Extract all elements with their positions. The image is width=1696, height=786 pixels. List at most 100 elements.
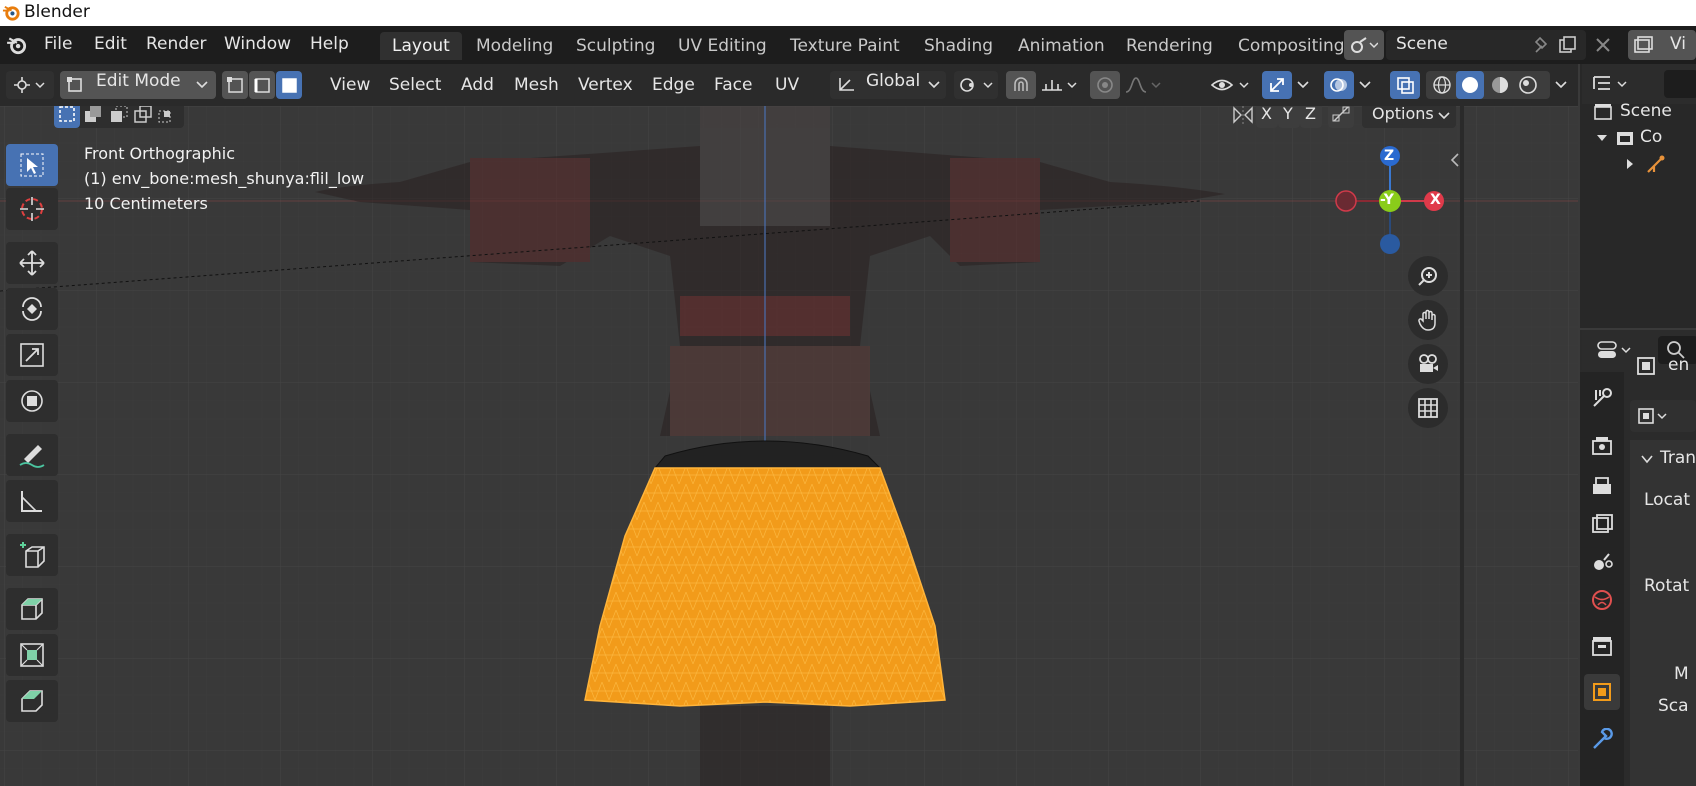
- scale-tool[interactable]: [6, 334, 58, 376]
- select-extend-icon[interactable]: [84, 106, 102, 123]
- options-dropdown[interactable]: Options: [1362, 106, 1456, 128]
- scene-name-field[interactable]: Scene: [1386, 30, 1586, 60]
- scene-selector-button[interactable]: [1344, 30, 1384, 60]
- select-subtract-icon[interactable]: [110, 106, 128, 123]
- ortho-toggle-button[interactable]: [1408, 388, 1448, 428]
- tab-shading[interactable]: Shading: [912, 32, 1005, 60]
- outliner-editor-icon[interactable]: [1592, 73, 1636, 95]
- menu-edit[interactable]: Edit: [94, 34, 127, 54]
- falloff-dropdown[interactable]: [1122, 71, 1166, 99]
- chevron-down-icon[interactable]: [1554, 80, 1568, 90]
- extrude-region-tool[interactable]: [6, 588, 58, 630]
- menu-edge[interactable]: Edge: [652, 71, 695, 99]
- outliner-collection-label[interactable]: Co: [1640, 127, 1662, 147]
- menu-uv[interactable]: UV: [775, 71, 799, 99]
- collection-properties-icon[interactable]: [1590, 634, 1614, 658]
- move-tool[interactable]: [6, 242, 58, 284]
- inset-faces-tool[interactable]: [6, 634, 58, 676]
- menu-mesh[interactable]: Mesh: [514, 71, 559, 99]
- menu-help[interactable]: Help: [310, 34, 349, 54]
- transform-tool[interactable]: [6, 380, 58, 422]
- tab-sculpting[interactable]: Sculpting: [564, 32, 667, 60]
- 3d-viewport[interactable]: Front Orthographic (1) env_bone:mesh_shu…: [0, 106, 1578, 786]
- menu-face[interactable]: Face: [714, 71, 752, 99]
- close-icon[interactable]: [1594, 36, 1612, 54]
- menu-select[interactable]: Select: [389, 71, 441, 99]
- mirror-x-toggle[interactable]: X: [1256, 106, 1278, 128]
- camera-view-button[interactable]: [1408, 344, 1448, 384]
- tab-compositing[interactable]: Compositing: [1226, 32, 1346, 60]
- panel-collapse-chevron-icon[interactable]: [1640, 452, 1654, 466]
- object-properties-tab[interactable]: [1584, 674, 1620, 710]
- rotate-tool[interactable]: [6, 288, 58, 330]
- object-name-field[interactable]: en: [1668, 355, 1689, 375]
- properties-editor-icon[interactable]: [1596, 339, 1636, 361]
- add-cube-tool[interactable]: [6, 534, 58, 576]
- tab-uv-editing[interactable]: UV Editing: [666, 32, 779, 60]
- eye-icon: [1210, 79, 1249, 91]
- tool-settings-icon[interactable]: [1590, 386, 1614, 410]
- rendered-shading-icon[interactable]: [1518, 75, 1538, 95]
- menu-file[interactable]: File: [44, 34, 72, 54]
- tab-layout[interactable]: Layout: [380, 32, 462, 60]
- vertex-select-mode-button[interactable]: [222, 71, 248, 99]
- mode-dropdown[interactable]: Edit Mode: [60, 71, 216, 99]
- overlays-toggle[interactable]: [1324, 71, 1354, 99]
- menu-render[interactable]: Render: [146, 34, 207, 54]
- object-browse-dropdown[interactable]: [1630, 400, 1696, 432]
- mirror-y-toggle[interactable]: Y: [1278, 106, 1300, 128]
- tab-texture-paint[interactable]: Texture Paint: [778, 32, 912, 60]
- topology-mirror-toggle[interactable]: [1328, 106, 1354, 128]
- outliner-filter-field[interactable]: [1664, 70, 1696, 98]
- output-properties-icon[interactable]: [1590, 474, 1614, 498]
- viewport-divider[interactable]: [1460, 106, 1464, 786]
- select-invert-icon[interactable]: [134, 106, 152, 123]
- scene-properties-icon[interactable]: [1590, 550, 1614, 574]
- bevel-tool[interactable]: [6, 680, 58, 722]
- chevron-down-icon[interactable]: [1296, 80, 1310, 90]
- annotate-tool[interactable]: [6, 434, 58, 476]
- transform-panel-title[interactable]: Tran: [1660, 448, 1696, 468]
- blender-menu-icon[interactable]: [6, 34, 28, 56]
- proportional-edit-toggle[interactable]: [1090, 71, 1120, 99]
- editor-type-button[interactable]: [6, 71, 54, 99]
- pivot-point-dropdown[interactable]: [954, 71, 998, 99]
- tab-rendering[interactable]: Rendering: [1114, 32, 1225, 60]
- measure-tool[interactable]: [6, 480, 58, 522]
- expand-chevron-down-icon[interactable]: [1596, 132, 1608, 144]
- tab-modeling[interactable]: Modeling: [464, 32, 565, 60]
- outliner-scene-label[interactable]: Scene: [1620, 101, 1672, 121]
- modifier-wrench-icon[interactable]: [1590, 728, 1614, 752]
- expand-chevron-right-icon[interactable]: [1624, 158, 1636, 170]
- chevron-down-icon[interactable]: [1358, 80, 1372, 90]
- solid-shading-button[interactable]: [1456, 71, 1484, 99]
- material-shading-icon[interactable]: [1490, 75, 1510, 95]
- select-new-button[interactable]: [54, 106, 80, 128]
- visibility-dropdown[interactable]: [1208, 71, 1256, 99]
- world-properties-icon[interactable]: [1590, 588, 1614, 612]
- render-properties-icon[interactable]: [1590, 434, 1614, 458]
- transform-orientation-dropdown[interactable]: Global: [830, 71, 946, 99]
- cursor-tool[interactable]: [6, 188, 58, 230]
- menu-window[interactable]: Window: [224, 34, 291, 54]
- tab-animation[interactable]: Animation: [1006, 32, 1117, 60]
- select-intersect-icon[interactable]: [158, 106, 176, 123]
- view-layer-selector[interactable]: Vi: [1628, 30, 1696, 60]
- menu-view[interactable]: View: [330, 71, 370, 99]
- snap-toggle[interactable]: [1006, 71, 1036, 99]
- face-select-mode-button[interactable]: [276, 71, 302, 99]
- snap-target-dropdown[interactable]: [1038, 71, 1082, 99]
- edge-select-mode-button[interactable]: [249, 71, 275, 99]
- pin-icon[interactable]: [1534, 36, 1552, 54]
- zoom-button[interactable]: [1408, 256, 1448, 296]
- pan-button[interactable]: [1408, 300, 1448, 340]
- view-layer-properties-icon[interactable]: [1590, 512, 1614, 536]
- menu-add[interactable]: Add: [461, 71, 494, 99]
- xray-toggle[interactable]: [1390, 71, 1420, 99]
- select-box-tool[interactable]: [6, 144, 58, 186]
- menu-vertex[interactable]: Vertex: [578, 71, 633, 99]
- mirror-z-toggle[interactable]: Z: [1300, 106, 1322, 128]
- wireframe-shading-icon[interactable]: [1432, 75, 1452, 95]
- new-scene-icon[interactable]: [1558, 35, 1578, 55]
- gizmo-toggle[interactable]: [1262, 71, 1292, 99]
